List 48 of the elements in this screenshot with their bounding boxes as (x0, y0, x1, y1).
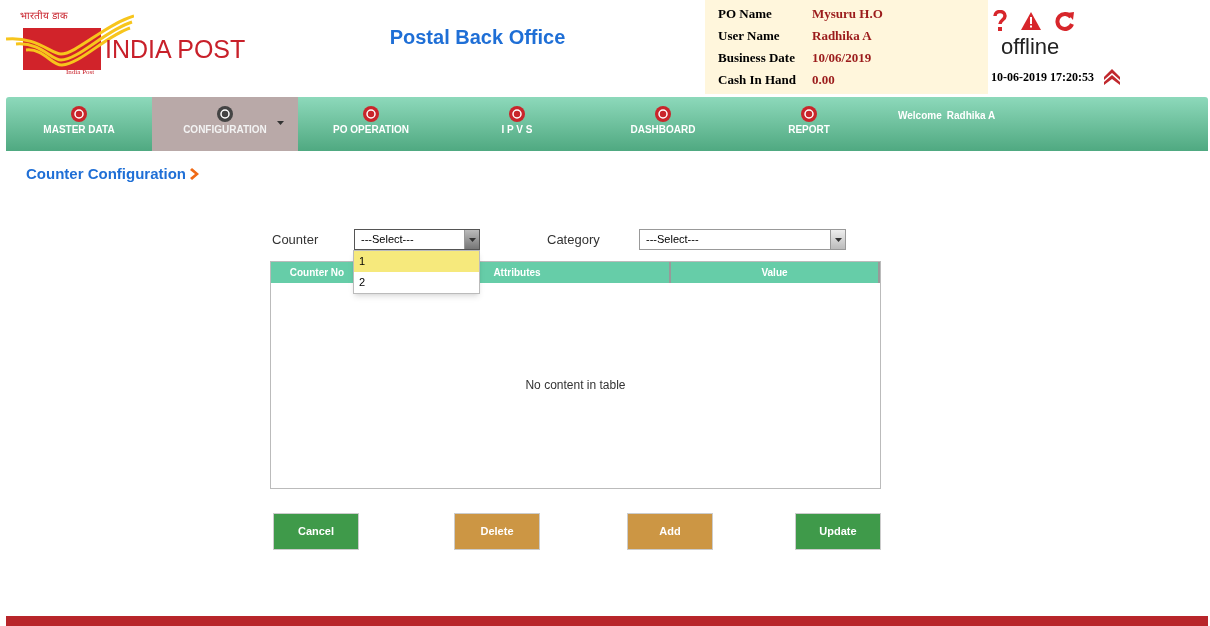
welcome-label: Welcome (898, 109, 942, 123)
dropdown-arrow-icon (468, 237, 476, 242)
app-title: Postal Back Office (389, 25, 566, 50)
nav-icon (71, 106, 87, 122)
connection-status: offline (1001, 34, 1061, 60)
nav-tab[interactable]: CONFIGURATION (152, 97, 298, 151)
column-header: Value (671, 261, 880, 283)
nav-icon (509, 106, 525, 122)
info-label: PO Name (718, 5, 773, 24)
filter-label: Counter (272, 230, 320, 249)
date-time: 10-06-2019 17:20:53 (991, 69, 1094, 86)
nav-tab[interactable]: MASTER DATA (6, 97, 152, 151)
nav-icon (217, 106, 233, 122)
warning-icon[interactable] (1021, 12, 1041, 30)
info-value: 0.00 (812, 71, 835, 90)
action-button[interactable]: Cancel (273, 512, 359, 550)
nav-tab[interactable]: I P V S (444, 97, 590, 151)
info-label: Business Date (718, 49, 796, 68)
nav-icon (363, 106, 379, 122)
nav-tab[interactable]: DASHBOARD (590, 97, 736, 151)
nav-icon (655, 106, 671, 122)
chevron-up-icon[interactable] (1104, 69, 1120, 85)
action-button[interactable]: Add (627, 512, 713, 550)
filter-label: Category (547, 230, 601, 249)
caret-icon (277, 121, 284, 125)
select-field[interactable]: ---Select--- (639, 229, 846, 250)
action-button[interactable]: Delete (454, 512, 540, 550)
help-icon[interactable] (993, 10, 1007, 32)
dropdown-arrow-icon (834, 237, 842, 242)
logo-script-text: भारतीय डाक (20, 10, 69, 22)
nav-icon (801, 106, 817, 122)
action-button[interactable]: Update (795, 512, 881, 550)
refresh-icon[interactable] (1055, 11, 1075, 31)
info-value: 10/06/2019 (812, 49, 872, 68)
select-field[interactable]: ---Select--- (354, 229, 480, 250)
empty-table-message: No content in table (525, 377, 626, 394)
logo-wordmark: INDIA POST (105, 34, 246, 64)
dropdown-option[interactable]: 2 (354, 272, 479, 293)
info-value: Radhika A (812, 27, 872, 46)
info-label: User Name (718, 27, 781, 46)
chevron-right-icon (190, 168, 199, 181)
nav-tab[interactable]: PO OPERATION (298, 97, 444, 151)
page-heading: Counter Configuration (26, 164, 186, 184)
welcome-user: Radhika A (946, 109, 996, 123)
dropdown-option[interactable]: 1 (354, 251, 479, 272)
nav-tab[interactable]: REPORT (736, 97, 882, 151)
info-value: Mysuru H.O (812, 5, 883, 24)
info-label: Cash In Hand (718, 71, 798, 90)
